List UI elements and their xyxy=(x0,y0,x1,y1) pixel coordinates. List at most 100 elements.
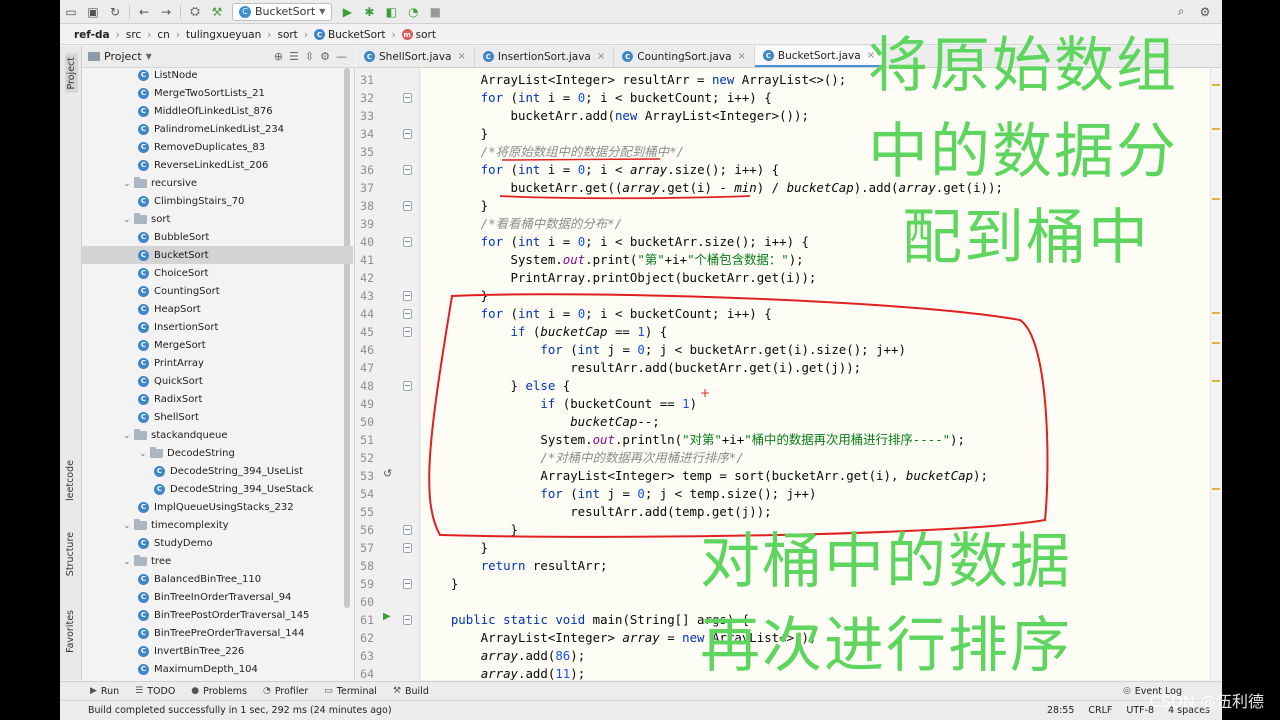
tree-class[interactable]: C PrintArray xyxy=(82,354,353,372)
fold-icon[interactable] xyxy=(403,201,412,211)
problems-tool-button[interactable]: ● Problems xyxy=(191,686,247,697)
coverage-icon[interactable]: ◧ xyxy=(380,2,402,22)
project-tool-button[interactable]: Project xyxy=(65,54,78,93)
tab-bucketsort[interactable]: C BucketSort.java × xyxy=(754,46,885,67)
fold-icon[interactable] xyxy=(403,615,412,625)
breadcrumb-item-method[interactable]: m sort xyxy=(401,29,436,41)
fold-icon[interactable] xyxy=(403,327,412,337)
fold-icon[interactable] xyxy=(403,525,412,535)
tree-class[interactable]: C PalindromeLinkedList_234 xyxy=(82,120,353,138)
fold-icon[interactable] xyxy=(403,165,412,175)
minimize-icon[interactable]: — xyxy=(336,50,347,63)
run-gutter-icon[interactable]: ▶ xyxy=(383,611,391,622)
code-line[interactable]: } else { xyxy=(421,377,1222,395)
code-line[interactable]: for (int j = 0; j < temp.size(); j++) xyxy=(421,485,1222,503)
tree-class[interactable]: C InsertionSort xyxy=(82,318,353,336)
forward-icon[interactable]: → xyxy=(155,2,177,22)
code-line[interactable]: resultArr.add(temp.get(j)); xyxy=(421,503,1222,521)
tree-class[interactable]: C MaximumDepth_104 xyxy=(82,660,353,678)
collapse-all-icon[interactable]: ☰ xyxy=(289,50,299,63)
tab-countingsort[interactable]: C CountingSort.java × xyxy=(614,46,755,67)
tree-class[interactable]: C DecodeString_394_UseStack xyxy=(82,480,353,498)
close-icon[interactable]: × xyxy=(457,51,465,62)
profiler-tool-button[interactable]: ◔ Profiler xyxy=(263,686,308,697)
terminal-tool-button[interactable]: ▭ Terminal xyxy=(324,686,377,697)
tree-class[interactable]: C BubbleSort xyxy=(82,228,353,246)
gear-icon[interactable]: ⚙ xyxy=(320,50,330,63)
code-line[interactable]: for (int i = 0; i < bucketCount; i++) { xyxy=(421,305,1222,323)
close-icon[interactable]: × xyxy=(738,51,746,62)
build-hammer-icon[interactable]: ⚒ xyxy=(206,2,228,22)
breadcrumb-item[interactable]: ref-da xyxy=(74,29,110,41)
tree-class[interactable]: C BinTreePostOrderTraversal_145 xyxy=(82,606,353,624)
todo-tool-button[interactable]: ☰ TODO xyxy=(135,686,175,697)
tree-class[interactable]: C ShellSort xyxy=(82,408,353,426)
structure-tool-button[interactable]: Structure xyxy=(65,532,76,576)
tree-folder[interactable]: ⌄ timecomplexity xyxy=(82,516,353,534)
tree-class[interactable]: C MergeTwoSortLists_21 xyxy=(82,84,353,102)
chevron-down-icon[interactable]: ⌄ xyxy=(122,431,132,440)
tree-folder[interactable]: ⌄ DecodeString xyxy=(82,444,353,462)
code-line[interactable]: bucketCap--; xyxy=(421,413,1222,431)
chevron-down-icon[interactable]: ⌄ xyxy=(122,215,132,224)
tree-class[interactable]: C BinTreeInOrderTraversal_94 xyxy=(82,588,353,606)
tree-class[interactable]: C InvertBinTree_226 xyxy=(82,642,353,660)
tree-class[interactable]: C StudyDemo xyxy=(82,534,353,552)
tree-class[interactable]: C ImplQueueUsingStacks_232 xyxy=(82,498,353,516)
code-line[interactable]: /*对桶中的数据再次用桶进行排序*/ xyxy=(421,449,1222,467)
open-icon[interactable]: ▭ xyxy=(60,2,82,22)
status-message[interactable]: Build completed successfully in 1 sec, 2… xyxy=(88,705,392,716)
fold-icon[interactable] xyxy=(403,93,412,103)
fold-icon[interactable] xyxy=(403,129,412,139)
chevron-down-icon[interactable]: ▼ xyxy=(146,52,152,61)
tab-insertionsort[interactable]: C InsertionSort.java × xyxy=(475,46,615,67)
chevron-down-icon[interactable]: ⌄ xyxy=(122,521,132,530)
fold-icon[interactable] xyxy=(403,543,412,553)
tree-class[interactable]: C ChoiceSort xyxy=(82,264,353,282)
editor-gutter[interactable]: 31 32 33 34 35 36 37 38 39 40 41 42 43 44 45 46 47 48 49 50… xyxy=(356,68,420,681)
chevron-down-icon[interactable]: ⌄ xyxy=(122,557,132,566)
tree-class[interactable]: C ListNode xyxy=(82,68,353,84)
breadcrumb-item-class[interactable]: C BucketSort xyxy=(314,29,385,41)
project-panel-title[interactable]: Project xyxy=(104,50,142,63)
code-line[interactable]: if (bucketCount == 1) xyxy=(421,395,1222,413)
code-line[interactable]: resultArr.add(bucketArr.get(i).get(j)); xyxy=(421,359,1222,377)
fold-icon[interactable] xyxy=(403,309,412,319)
tree-class[interactable]: C BalancedBinTree_110 xyxy=(82,570,353,588)
fold-icon[interactable] xyxy=(403,237,412,247)
line-separator[interactable]: CRLF xyxy=(1088,705,1112,716)
tree-folder[interactable]: ⌄ recursive xyxy=(82,174,353,192)
tree-class[interactable]: C HeapSort xyxy=(82,300,353,318)
code-line[interactable]: } xyxy=(421,287,1222,305)
vcs-icon[interactable]: ⛭ xyxy=(184,2,206,22)
tree-class[interactable]: C QuickSort xyxy=(82,372,353,390)
tree-class[interactable]: C ReverseLinkedList_206 xyxy=(82,156,353,174)
run-icon[interactable]: ▶ xyxy=(336,2,358,22)
expand-all-icon[interactable]: ⇳ xyxy=(305,50,314,63)
build-tool-button[interactable]: ⚒ Build xyxy=(393,686,429,697)
breadcrumb-item[interactable]: tulingxueyuan xyxy=(186,29,261,41)
fold-icon[interactable] xyxy=(403,381,412,391)
tree-class[interactable]: C BucketSort xyxy=(82,246,353,264)
tree-folder[interactable]: ⌄ tree xyxy=(82,552,353,570)
tree-class[interactable]: C RadixSort xyxy=(82,390,353,408)
code-line[interactable]: System.out.println("对第"+i+"桶中的数据再次用桶进行排序… xyxy=(421,431,1222,449)
breadcrumb-item[interactable]: src xyxy=(126,29,141,41)
code-line[interactable]: ArrayList<Integer> temp = sort(bucketArr… xyxy=(421,467,1222,485)
chevron-down-icon[interactable]: ⌄ xyxy=(138,449,148,458)
locate-icon[interactable]: ⊕ xyxy=(274,50,283,63)
search-icon[interactable]: ⌕ xyxy=(1170,2,1192,22)
tab-shellsort[interactable]: C ShellSort.java × xyxy=(356,46,475,67)
code-line[interactable]: if (bucketCap == 1) { xyxy=(421,323,1222,341)
tree-class[interactable]: C ClimbingStairs_70 xyxy=(82,192,353,210)
breadcrumb-item[interactable]: sort xyxy=(277,29,297,41)
fold-icon[interactable] xyxy=(403,579,412,589)
profile-icon[interactable]: ◔ xyxy=(402,2,424,22)
sync-icon[interactable]: ↻ xyxy=(104,2,126,22)
tree-class[interactable]: C RemoveDuplicates_83 xyxy=(82,138,353,156)
tree-class[interactable]: C MergeSort xyxy=(82,336,353,354)
tree-class[interactable]: C MiddleOfLinkedList_876 xyxy=(82,102,353,120)
stop-icon[interactable]: ■ xyxy=(424,2,446,22)
save-icon[interactable]: ▣ xyxy=(82,2,104,22)
tree-folder[interactable]: ⌄ stackandqueue xyxy=(82,426,353,444)
